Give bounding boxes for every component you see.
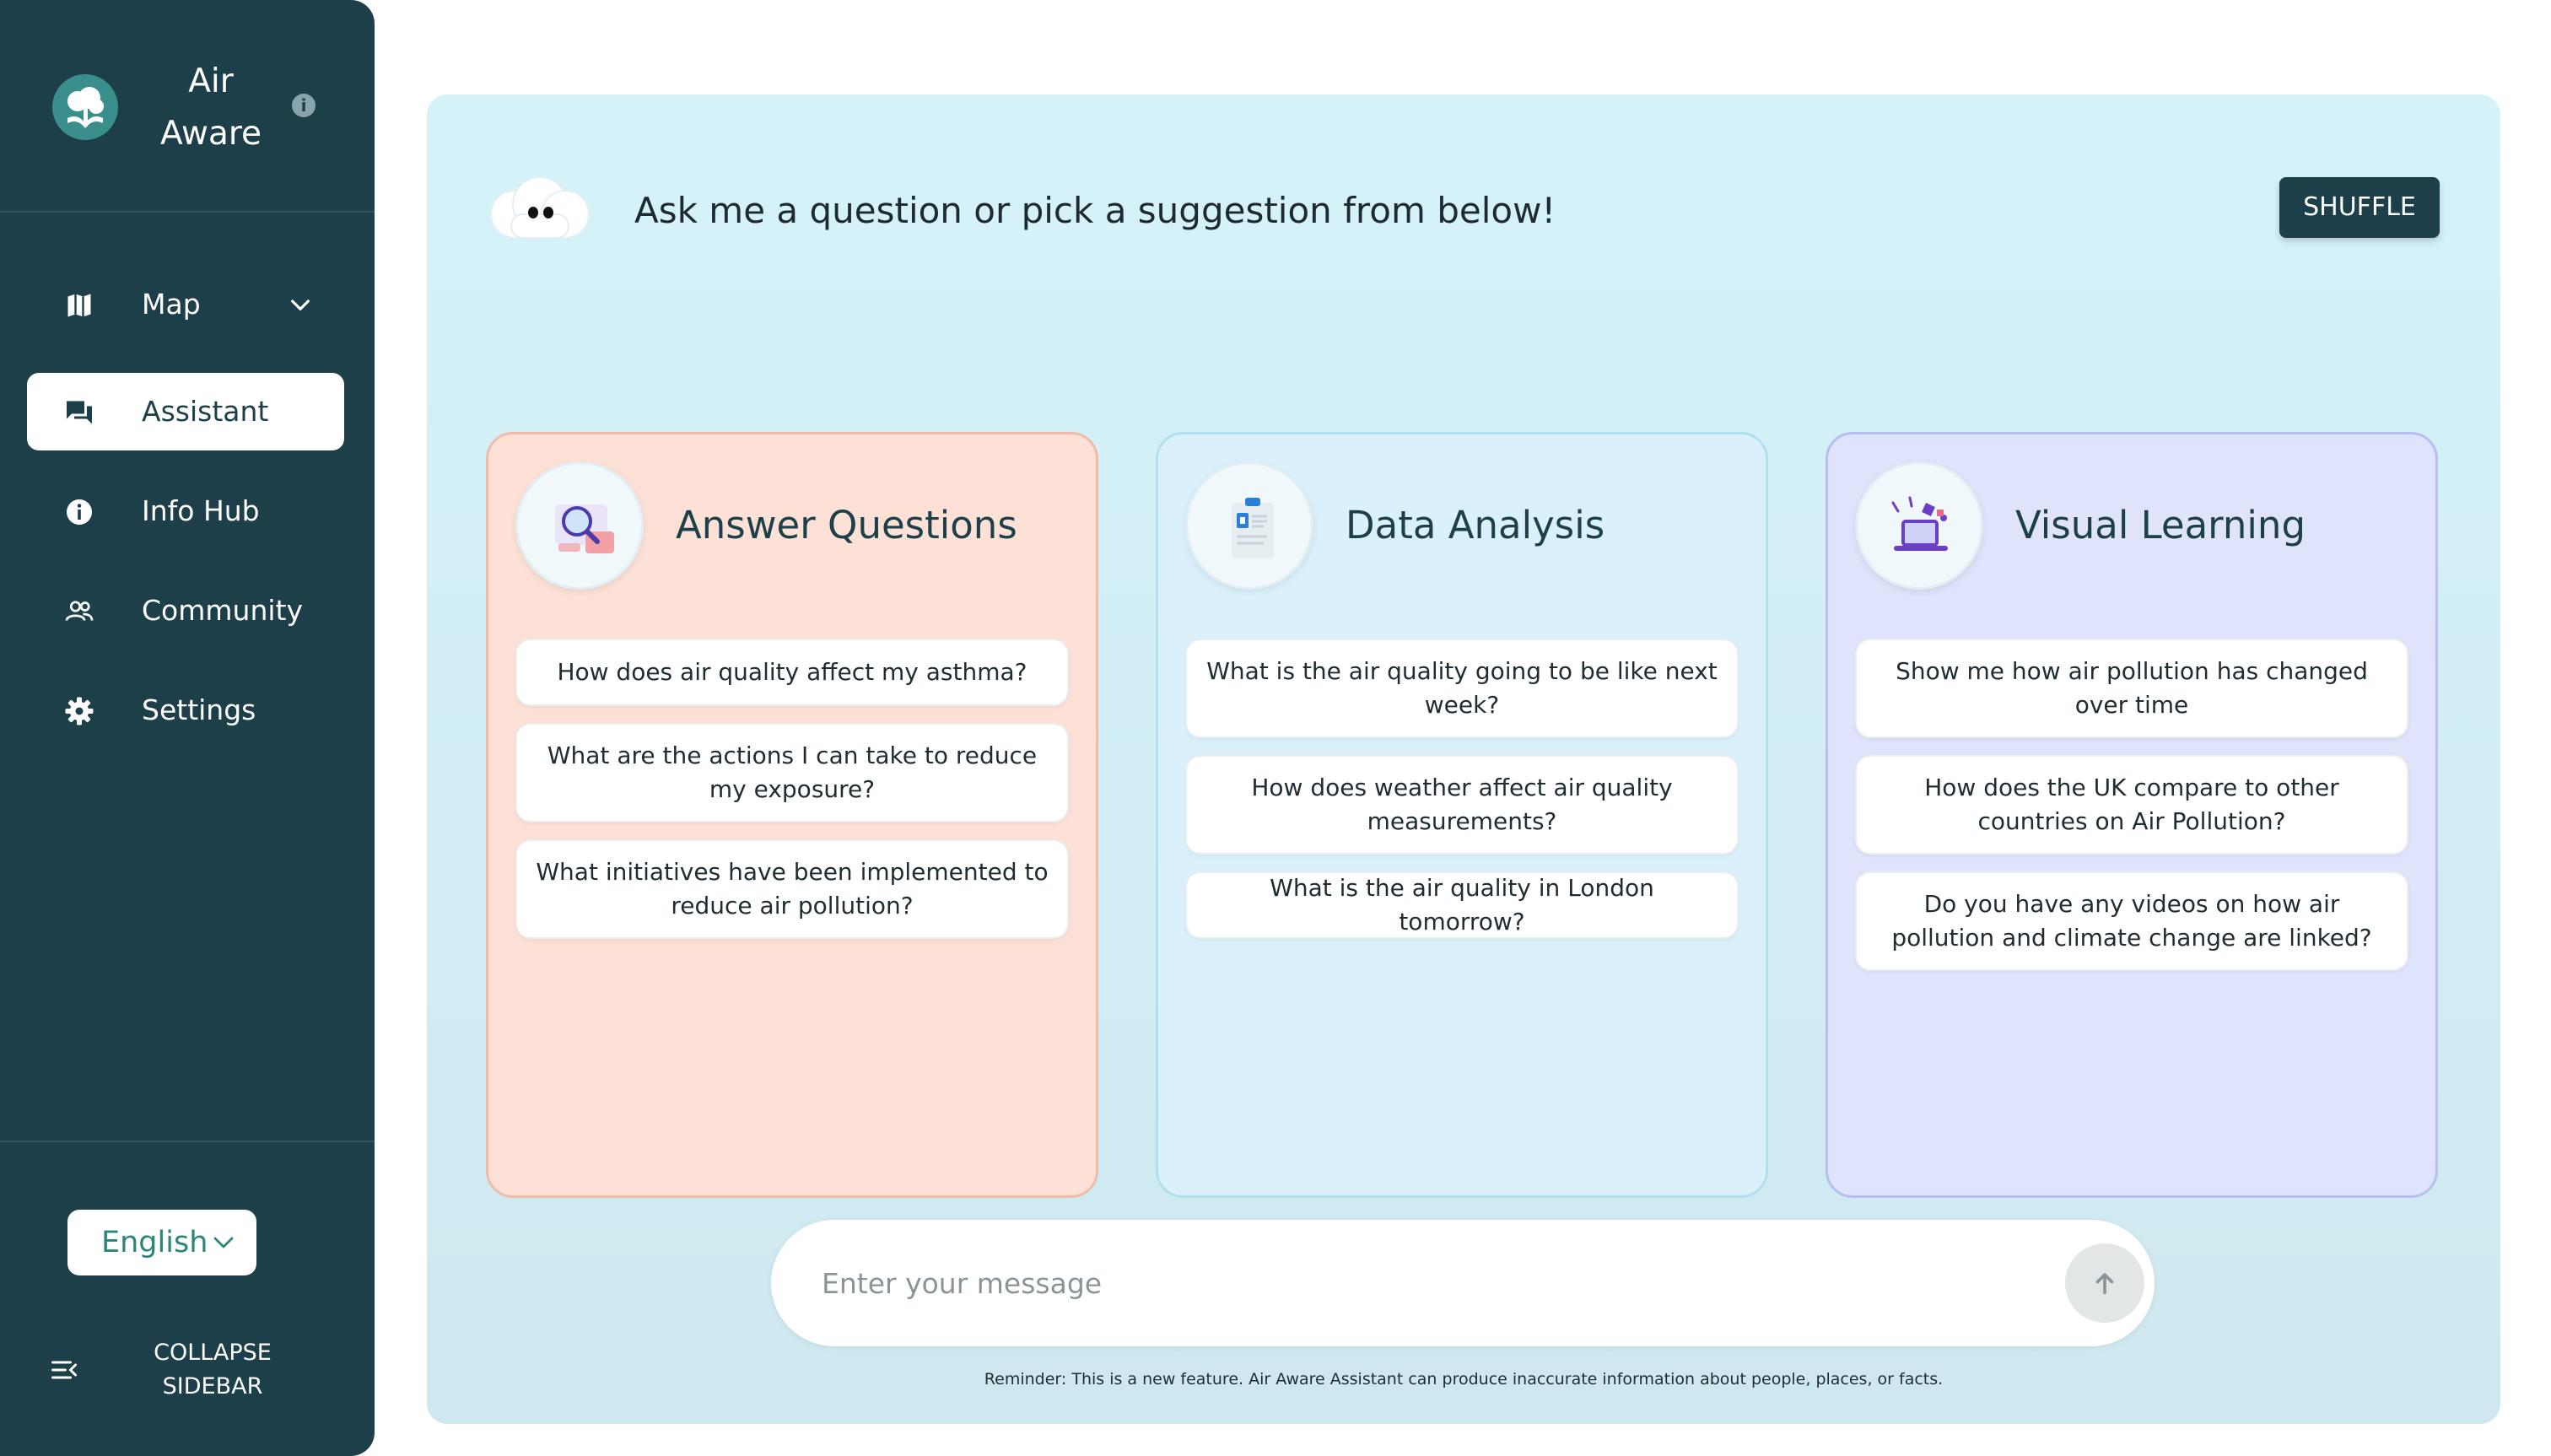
suggestion-button[interactable]: How does the UK compare to other countri… (1855, 755, 2408, 855)
card-title: Answer Questions (676, 503, 1017, 547)
sidebar-item-map[interactable]: Map (27, 266, 344, 343)
app-info-icon[interactable]: i (292, 94, 316, 117)
assistant-prompt: Ask me a question or pick a suggestion f… (634, 190, 1556, 231)
sidebar-item-settings[interactable]: Settings (27, 671, 344, 749)
card-visual-learning: Visual Learning Show me how air pollutio… (1826, 432, 2438, 1198)
suggestion-button[interactable]: What initiatives have been implemented t… (515, 839, 1069, 939)
message-input[interactable] (822, 1254, 2003, 1313)
sidebar-item-assistant[interactable]: Assistant (27, 373, 344, 450)
assistant-panel: Ask me a question or pick a suggestion f… (427, 94, 2500, 1424)
clipboard-illustration-icon (1185, 461, 1313, 590)
suggestion-button[interactable]: How does air quality affect my asthma? (515, 639, 1069, 706)
shuffle-button[interactable]: SHUFFLE (2279, 177, 2440, 238)
send-button[interactable] (2065, 1243, 2144, 1323)
collapse-sidebar-button[interactable]: COLLAPSE SIDEBAR (135, 1336, 290, 1404)
sidebar: Air Aware i Map Assistant Info Hub Commu… (0, 0, 375, 1456)
sidebar-item-label: Map (142, 288, 201, 321)
suggestion-button[interactable]: What is the air quality in London tomorr… (1185, 871, 1739, 939)
assistant-cloud-icon (490, 176, 590, 239)
sidebar-item-label: Community (142, 594, 303, 627)
collapse-sidebar-icon[interactable] (49, 1355, 79, 1385)
logo-icon (52, 74, 118, 140)
card-answer-questions: Answer Questions How does air quality af… (486, 432, 1098, 1198)
disclaimer-text: Reminder: This is a new feature. Air Awa… (984, 1370, 1944, 1389)
suggestion-button[interactable]: What is the air quality going to be like… (1185, 639, 1739, 738)
message-composer (771, 1220, 2155, 1346)
people-icon (65, 601, 94, 621)
card-data-analysis: Data Analysis What is the air quality go… (1156, 432, 1768, 1198)
sidebar-item-info-hub[interactable]: Info Hub (27, 472, 344, 550)
gear-icon (65, 697, 94, 725)
chevron-down-icon[interactable] (287, 291, 314, 318)
card-title: Visual Learning (2015, 503, 2306, 547)
language-select[interactable]: English (67, 1210, 256, 1275)
sidebar-item-label: Info Hub (142, 494, 260, 527)
app-title: Air Aware (159, 62, 262, 153)
suggestion-button[interactable]: How does weather affect air quality meas… (1185, 755, 1739, 855)
chevron-down-icon (213, 1237, 234, 1248)
suggestion-button[interactable]: What are the actions I can take to reduc… (515, 723, 1069, 822)
info-icon (67, 499, 92, 525)
language-value: English (101, 1226, 208, 1259)
brand-header: Air Aware i (0, 0, 375, 213)
sidebar-divider (0, 1141, 375, 1142)
chat-icon (67, 401, 92, 424)
suggestion-button[interactable]: Do you have any videos on how air pollut… (1855, 871, 2408, 971)
sidebar-item-label: Assistant (142, 395, 269, 428)
suggestion-button[interactable]: Show me how air pollution has changed ov… (1855, 639, 2408, 738)
sidebar-item-community[interactable]: Community (27, 572, 344, 650)
arrow-up-icon (2095, 1273, 2114, 1295)
card-title: Data Analysis (1346, 503, 1605, 547)
map-icon (67, 294, 91, 317)
sidebar-item-label: Settings (142, 693, 256, 726)
laptop-illustration-icon (1855, 461, 1983, 590)
magnifier-illustration-icon (515, 461, 644, 590)
